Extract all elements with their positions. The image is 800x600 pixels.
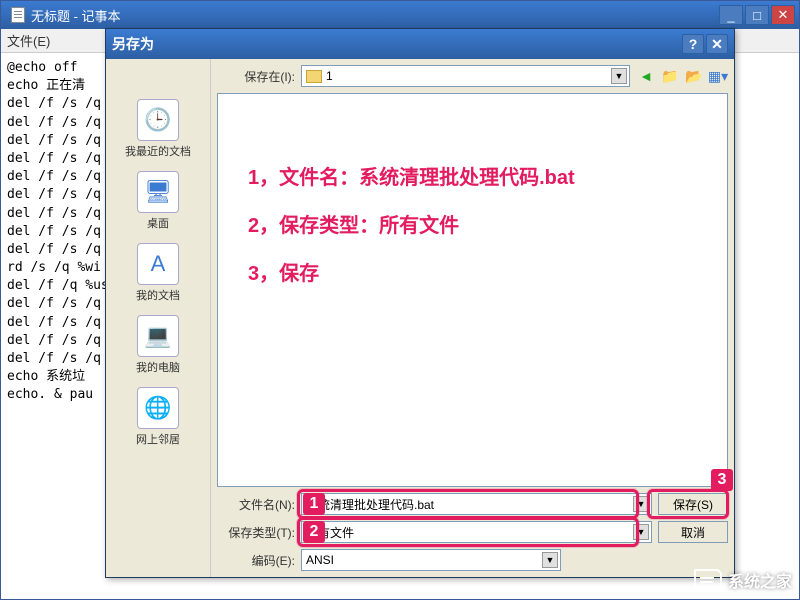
filetype-label: 保存类型(T):: [217, 524, 295, 541]
folder-icon: [306, 70, 322, 83]
sidebar-item-0[interactable]: 🕒 我最近的文档: [106, 93, 210, 165]
encoding-value: ANSI: [306, 553, 334, 567]
notepad-title-text: 无标题 - 记事本: [31, 6, 121, 25]
save-in-dropdown[interactable]: 1 ▼: [301, 65, 630, 87]
filetype-dropdown[interactable]: 所有文件 ▼: [301, 521, 652, 543]
filename-input[interactable]: 系统清理批处理代码.bat ▼: [301, 493, 652, 515]
annotation-overlay: 1，文件名：系统清理批处理代码.bat 2，保存类型：所有文件 3，保存: [248, 154, 575, 298]
save-in-label: 保存在(I):: [217, 68, 295, 85]
menu-file[interactable]: 文件(E): [7, 31, 50, 50]
notepad-title: 无标题 - 记事本: [5, 6, 121, 25]
notepad-titlebar[interactable]: 无标题 - 记事本 _ □ ✕: [1, 1, 799, 29]
watermark-text: 系统之家: [728, 568, 792, 592]
places-sidebar: 🕒 我最近的文档 🖥 桌面 A 我的文档 💻 我的电脑 🌐 网上邻居: [106, 59, 211, 577]
window-controls: _ □ ✕: [719, 5, 795, 25]
badge-2: 2: [303, 521, 325, 543]
close-button[interactable]: ✕: [771, 5, 795, 25]
sidebar-icon: 🖥: [137, 171, 179, 213]
up-icon[interactable]: 📁: [660, 66, 680, 86]
watermark-icon: [694, 569, 722, 591]
sidebar-item-4[interactable]: 🌐 网上邻居: [106, 381, 210, 453]
save-as-dialog: 另存为 ? ✕ 🕒 我最近的文档 🖥 桌面 A 我的文档 💻 我的电脑 🌐 网上邻居 保存在(I)…: [105, 28, 735, 578]
chevron-down-icon[interactable]: ▼: [542, 552, 558, 568]
sidebar-label: 我最近的文档: [125, 143, 191, 159]
badge-3: 3: [711, 469, 733, 491]
dialog-title: 另存为: [112, 34, 154, 54]
badge-1: 1: [303, 493, 325, 515]
back-icon[interactable]: ◄: [636, 66, 656, 86]
sidebar-label: 我的文档: [136, 287, 180, 303]
annotation-1: 1，文件名：系统清理批处理代码.bat: [248, 154, 575, 202]
sidebar-label: 网上邻居: [136, 431, 180, 447]
annotation-2: 2，保存类型：所有文件: [248, 202, 575, 250]
dialog-close-button[interactable]: ✕: [706, 34, 728, 54]
view-icon[interactable]: ▦▾: [708, 66, 728, 86]
sidebar-icon: 🌐: [137, 387, 179, 429]
sidebar-label: 桌面: [147, 215, 169, 231]
filename-value: 系统清理批处理代码.bat: [306, 496, 434, 513]
chevron-down-icon[interactable]: ▼: [633, 524, 649, 540]
document-icon: [11, 7, 25, 23]
annotation-3: 3，保存: [248, 250, 575, 298]
sidebar-item-1[interactable]: 🖥 桌面: [106, 165, 210, 237]
help-button[interactable]: ?: [682, 34, 704, 54]
filename-label: 文件名(N):: [217, 496, 295, 513]
file-list-area[interactable]: 1，文件名：系统清理批处理代码.bat 2，保存类型：所有文件 3，保存: [217, 93, 728, 487]
sidebar-item-2[interactable]: A 我的文档: [106, 237, 210, 309]
minimize-button[interactable]: _: [719, 5, 743, 25]
watermark: 系统之家: [694, 568, 792, 592]
sidebar-icon: A: [137, 243, 179, 285]
save-button[interactable]: 保存(S): [658, 493, 728, 515]
encoding-dropdown[interactable]: ANSI ▼: [301, 549, 561, 571]
cancel-button[interactable]: 取消: [658, 521, 728, 543]
encoding-label: 编码(E):: [217, 552, 295, 569]
maximize-button[interactable]: □: [745, 5, 769, 25]
sidebar-item-3[interactable]: 💻 我的电脑: [106, 309, 210, 381]
sidebar-label: 我的电脑: [136, 359, 180, 375]
sidebar-icon: 💻: [137, 315, 179, 357]
chevron-down-icon[interactable]: ▼: [611, 68, 627, 84]
new-folder-icon[interactable]: 📂: [684, 66, 704, 86]
chevron-down-icon[interactable]: ▼: [633, 496, 649, 512]
save-in-value: 1: [326, 69, 333, 83]
sidebar-icon: 🕒: [137, 99, 179, 141]
dialog-titlebar[interactable]: 另存为 ? ✕: [106, 29, 734, 59]
